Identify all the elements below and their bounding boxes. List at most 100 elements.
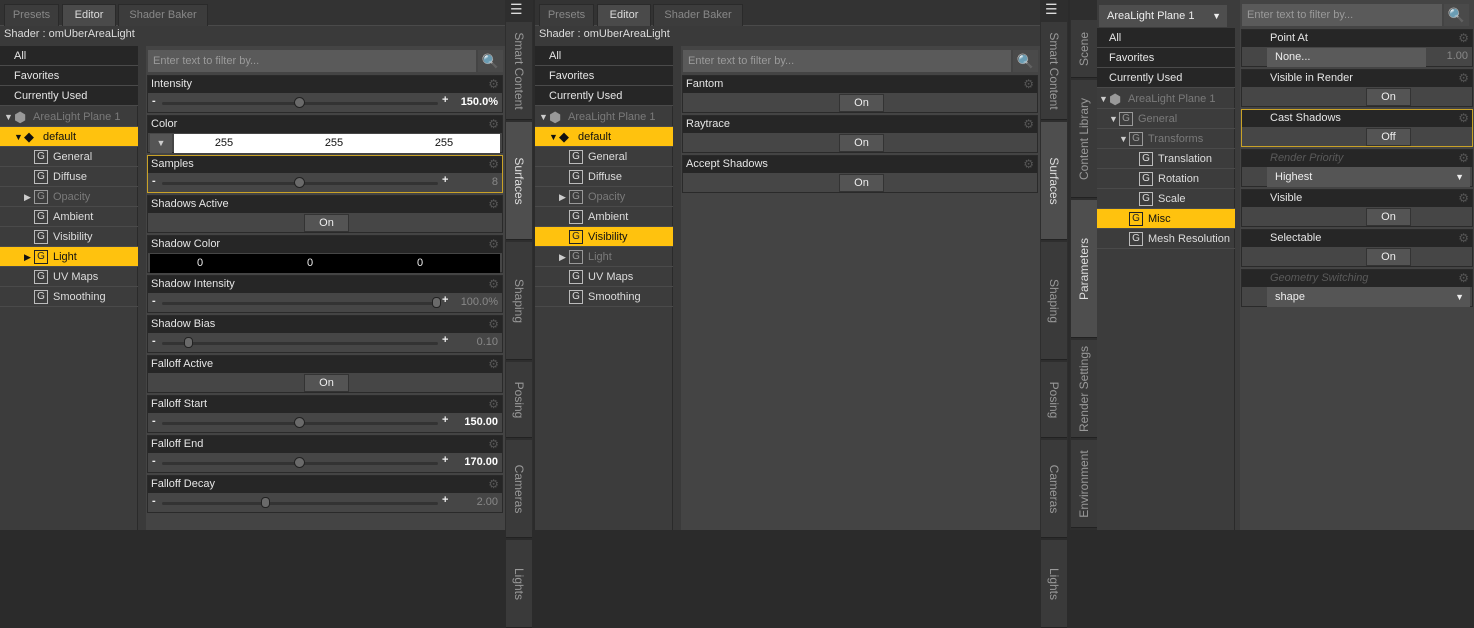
tab-editor[interactable]: Editor (597, 4, 651, 26)
side-tab-shaping[interactable]: Shaping (1041, 242, 1067, 360)
tree-item-general[interactable]: G General (0, 147, 138, 167)
tree-item-general[interactable]: ▼ G General (1097, 109, 1235, 129)
slider-track[interactable] (162, 502, 438, 505)
minus-button[interactable]: - (152, 175, 156, 187)
param-dropdown[interactable]: Highest ▼ (1267, 167, 1470, 187)
slider-knob[interactable] (294, 177, 305, 188)
color-value-field[interactable]: 255 255 255 (174, 134, 500, 153)
expand-arrow-icon[interactable]: ▼ (4, 107, 13, 127)
minus-button[interactable]: - (152, 95, 156, 107)
tab-shader-baker[interactable]: Shader Baker (653, 4, 743, 26)
side-tab-environment[interactable]: Environment (1071, 440, 1097, 528)
gear-icon[interactable]: ⚙ (488, 117, 499, 131)
tree-item-translation[interactable]: G Translation (1097, 149, 1235, 169)
panel-menu-icon[interactable]: ☰ (1045, 2, 1061, 18)
category-currently-used[interactable]: Currently Used (1097, 68, 1235, 88)
tree-item-general[interactable]: G General (535, 147, 673, 167)
filter-input[interactable]: Enter text to filter by... (148, 50, 476, 72)
expand-arrow-icon[interactable]: ▼ (539, 107, 548, 127)
expand-arrow-icon[interactable]: ▼ (14, 127, 23, 147)
side-tab-scene[interactable]: Scene (1071, 20, 1097, 78)
tab-presets[interactable]: Presets (4, 4, 59, 26)
color-channel-1[interactable]: 255 (304, 137, 364, 149)
toggle-button[interactable]: On (839, 134, 884, 152)
slider-knob[interactable] (294, 457, 305, 468)
tree-item-light[interactable]: ▶ G Light (535, 247, 673, 267)
collapse-arrow-icon[interactable]: ▶ (559, 247, 566, 267)
tree-item-rotation[interactable]: G Rotation (1097, 169, 1235, 189)
side-tab-parameters[interactable]: Parameters (1071, 200, 1097, 338)
tree-item-ambient[interactable]: G Ambient (0, 207, 138, 227)
expand-arrow-icon[interactable]: ▼ (1119, 129, 1128, 149)
category-favorites[interactable]: Favorites (0, 66, 138, 86)
side-tab-cameras[interactable]: Cameras (1041, 440, 1067, 538)
slider-knob[interactable] (260, 497, 270, 508)
collapse-arrow-icon[interactable]: ▶ (559, 187, 566, 207)
gear-icon[interactable]: ⚙ (488, 77, 499, 91)
collapse-arrow-icon[interactable]: ▶ (24, 247, 31, 267)
category-all[interactable]: All (535, 46, 673, 66)
gear-icon[interactable]: ⚙ (1458, 111, 1469, 125)
tree-item-arealight-plane-1[interactable]: ▼ ⬢ AreaLight Plane 1 (0, 107, 138, 127)
node-select-button[interactable]: None... (1267, 48, 1426, 67)
tree-item-diffuse[interactable]: G Diffuse (535, 167, 673, 187)
tree-item-smoothing[interactable]: G Smoothing (0, 287, 138, 307)
toggle-button[interactable]: On (304, 374, 349, 392)
toggle-button[interactable]: On (1366, 88, 1411, 106)
slider-knob[interactable] (294, 417, 305, 428)
plus-button[interactable]: + (442, 454, 448, 466)
tree-item-misc[interactable]: G Misc (1097, 209, 1235, 229)
gear-icon[interactable]: ⚙ (488, 437, 499, 451)
slider-track[interactable] (162, 342, 438, 345)
toggle-button[interactable]: On (1366, 248, 1411, 266)
tree-item-visibility[interactable]: G Visibility (535, 227, 673, 247)
tree-item-uv-maps[interactable]: G UV Maps (0, 267, 138, 287)
color-channel-0[interactable]: 255 (194, 137, 254, 149)
gear-icon[interactable]: ⚙ (1458, 231, 1469, 245)
slider-knob[interactable] (432, 297, 441, 308)
color-value-field[interactable]: 0 0 0 (150, 254, 500, 273)
color-channel-1[interactable]: 0 (280, 257, 340, 269)
tree-item-diffuse[interactable]: G Diffuse (0, 167, 138, 187)
tree-item-scale[interactable]: G Scale (1097, 189, 1235, 209)
gear-icon[interactable]: ⚙ (488, 237, 499, 251)
plus-button[interactable]: + (442, 294, 448, 306)
param-value[interactable]: 170.00 (464, 456, 498, 468)
color-channel-0[interactable]: 0 (170, 257, 230, 269)
toggle-button[interactable]: On (304, 214, 349, 232)
minus-button[interactable]: - (152, 295, 156, 307)
side-tab-cameras[interactable]: Cameras (506, 440, 532, 538)
search-icon[interactable]: 🔍 (478, 50, 503, 72)
gear-icon[interactable]: ⚙ (1458, 191, 1469, 205)
tree-item-uv-maps[interactable]: G UV Maps (535, 267, 673, 287)
category-currently-used[interactable]: Currently Used (0, 86, 138, 106)
tab-presets[interactable]: Presets (539, 4, 594, 26)
tab-shader-baker[interactable]: Shader Baker (118, 4, 208, 26)
side-tab-smart-content[interactable]: Smart Content (1041, 22, 1067, 120)
plus-button[interactable]: + (442, 174, 448, 186)
tree-item-mesh-resolution[interactable]: G Mesh Resolution (1097, 229, 1235, 249)
gear-icon[interactable]: ⚙ (1458, 31, 1469, 45)
param-value[interactable]: 150.00 (464, 416, 498, 428)
tree-item-smoothing[interactable]: G Smoothing (535, 287, 673, 307)
search-icon[interactable]: 🔍 (1444, 4, 1469, 26)
side-tab-shaping[interactable]: Shaping (506, 242, 532, 360)
gear-icon[interactable]: ⚙ (488, 197, 499, 211)
expand-arrow-icon[interactable]: ▼ (1099, 89, 1108, 109)
color-picker-button[interactable]: ▼ (150, 134, 172, 153)
side-tab-posing[interactable]: Posing (1041, 362, 1067, 438)
plus-button[interactable]: + (442, 334, 448, 346)
gear-icon[interactable]: ⚙ (488, 357, 499, 371)
side-tab-surfaces[interactable]: Surfaces (506, 122, 532, 240)
filter-input[interactable]: Enter text to filter by... (683, 50, 1011, 72)
side-tab-lights[interactable]: Lights (506, 540, 532, 628)
category-favorites[interactable]: Favorites (1097, 48, 1235, 68)
tree-item-visibility[interactable]: G Visibility (0, 227, 138, 247)
plus-button[interactable]: + (442, 414, 448, 426)
collapse-arrow-icon[interactable]: ▶ (24, 187, 31, 207)
toggle-button[interactable]: On (839, 94, 884, 112)
side-tab-content-library[interactable]: Content Library (1071, 80, 1097, 198)
category-all[interactable]: All (0, 46, 138, 66)
param-dropdown[interactable]: shape ▼ (1267, 287, 1470, 307)
color-channel-2[interactable]: 0 (390, 257, 450, 269)
